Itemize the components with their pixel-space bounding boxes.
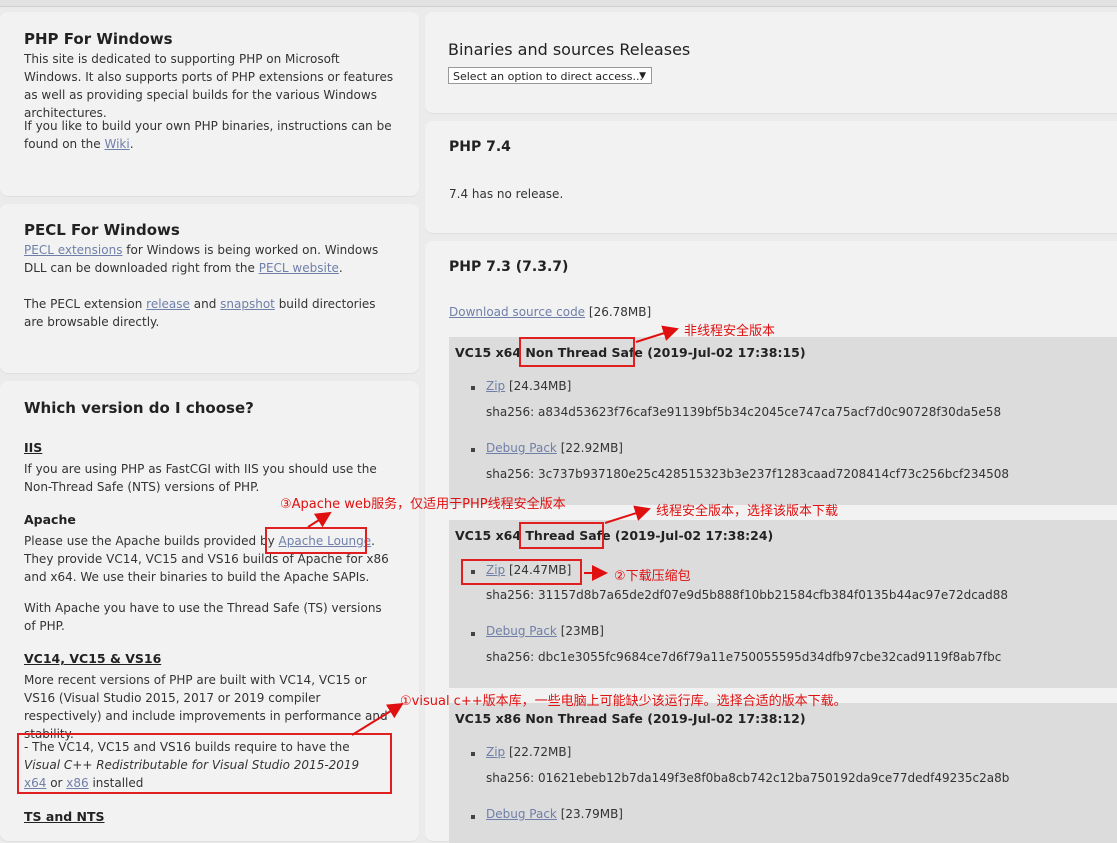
annotation-nts: 非线程安全版本 — [684, 324, 776, 339]
iis-text: If you are using PHP as FastCGI with IIS… — [24, 462, 377, 494]
zip-sha256: sha256: a834d53623f76caf3e91139bf5b34c20… — [486, 405, 1002, 419]
annotation-box-ts — [519, 522, 604, 549]
annotation-box-apache-lounge — [265, 527, 367, 554]
iis-heading: IIS — [24, 440, 43, 455]
apache-ts-text: With Apache you have to use the Thread S… — [24, 601, 382, 633]
dropdown-arrow-icon: ▼ — [639, 71, 646, 81]
pecl-text-1: PECL extensions for Windows is being wor… — [24, 243, 379, 275]
bullet-icon — [471, 448, 475, 452]
download-source-link[interactable]: Download source code — [449, 305, 585, 319]
pecl-text-2: The PECL extension release and snapshot … — [24, 297, 376, 329]
pecl-website-link[interactable]: PECL website — [259, 261, 339, 275]
php-for-windows-intro: This site is dedicated to supporting PHP… — [24, 52, 394, 120]
annotation-box-vc-redist — [17, 733, 392, 794]
annotation-ts: 线程安全版本，选择该版本下载 — [656, 504, 839, 519]
vc-heading: VC14, VC15 & VS16 — [24, 651, 162, 666]
debug-pack-sha256: sha256: dbc1e3055fc9684ce7d6f79a11e75005… — [486, 650, 1002, 664]
debug-pack-download: Debug Pack [23.79MB] — [486, 807, 623, 821]
debug-pack-link[interactable]: Debug Pack — [486, 624, 557, 638]
build-heading: VC15 x64 Thread Safe (2019-Jul-02 17:38:… — [455, 528, 774, 543]
direct-access-select[interactable]: Select an option to direct access... ▼ — [448, 67, 652, 84]
apache-heading: Apache — [24, 512, 76, 527]
which-version-title: Which version do I choose? — [24, 399, 254, 417]
debug-pack-download: Debug Pack [22.92MB] — [486, 441, 623, 455]
php-for-windows-build-note: If you like to build your own PHP binari… — [24, 119, 392, 151]
release-link[interactable]: release — [146, 297, 190, 311]
php73-title: PHP 7.3 (7.3.7) — [449, 259, 569, 275]
debug-pack-sha256: sha256: 3c737b937180e25c428515323b3e237f… — [486, 467, 1010, 481]
debug-pack-link[interactable]: Debug Pack — [486, 807, 557, 821]
php-for-windows-title: PHP For Windows — [24, 30, 173, 48]
bullet-icon — [471, 632, 475, 636]
ts-nts-heading: TS and NTS — [24, 809, 105, 824]
debug-pack-link[interactable]: Debug Pack — [486, 441, 557, 455]
top-border — [0, 0, 1117, 7]
php74-panel — [425, 121, 1117, 233]
zip-sha256: sha256: 31157d8b7a65de2df07e9d5b888f10bb… — [486, 588, 1009, 602]
annotation-vc: ①visual c++版本库，一些电脑上可能缺少该运行库。选择合适的版本下载。 — [400, 694, 847, 709]
releases-panel — [425, 12, 1117, 113]
bullet-icon — [471, 815, 475, 819]
annotation-box-zip — [461, 559, 582, 585]
annotation-zip: ②下载压缩包 — [614, 569, 691, 584]
zip-download: Zip [24.34MB] — [486, 379, 572, 393]
bullet-icon — [471, 752, 475, 756]
zip-link[interactable]: Zip — [486, 379, 505, 393]
annotation-box-nts — [519, 337, 635, 367]
annotation-apache: ③Apache web服务，仅适用于PHP线程安全版本 — [280, 497, 566, 512]
source-download: Download source code [26.78MB] — [449, 305, 652, 319]
zip-sha256: sha256: 01621ebeb12b7da149f3e8f0ba8cb742… — [486, 771, 1010, 785]
php74-note: 7.4 has no release. — [449, 187, 564, 201]
zip-link[interactable]: Zip — [486, 745, 505, 759]
releases-title: Binaries and sources Releases — [448, 40, 691, 59]
bullet-icon — [471, 386, 475, 390]
pecl-extensions-link[interactable]: PECL extensions — [24, 243, 122, 257]
wiki-link[interactable]: Wiki — [104, 137, 129, 151]
zip-download: Zip [22.72MB] — [486, 745, 572, 759]
build-heading: VC15 x86 Non Thread Safe (2019-Jul-02 17… — [455, 711, 806, 726]
debug-pack-download: Debug Pack [23MB] — [486, 624, 604, 638]
php74-title: PHP 7.4 — [449, 139, 511, 155]
snapshot-link[interactable]: snapshot — [220, 297, 275, 311]
pecl-title: PECL For Windows — [24, 221, 180, 239]
